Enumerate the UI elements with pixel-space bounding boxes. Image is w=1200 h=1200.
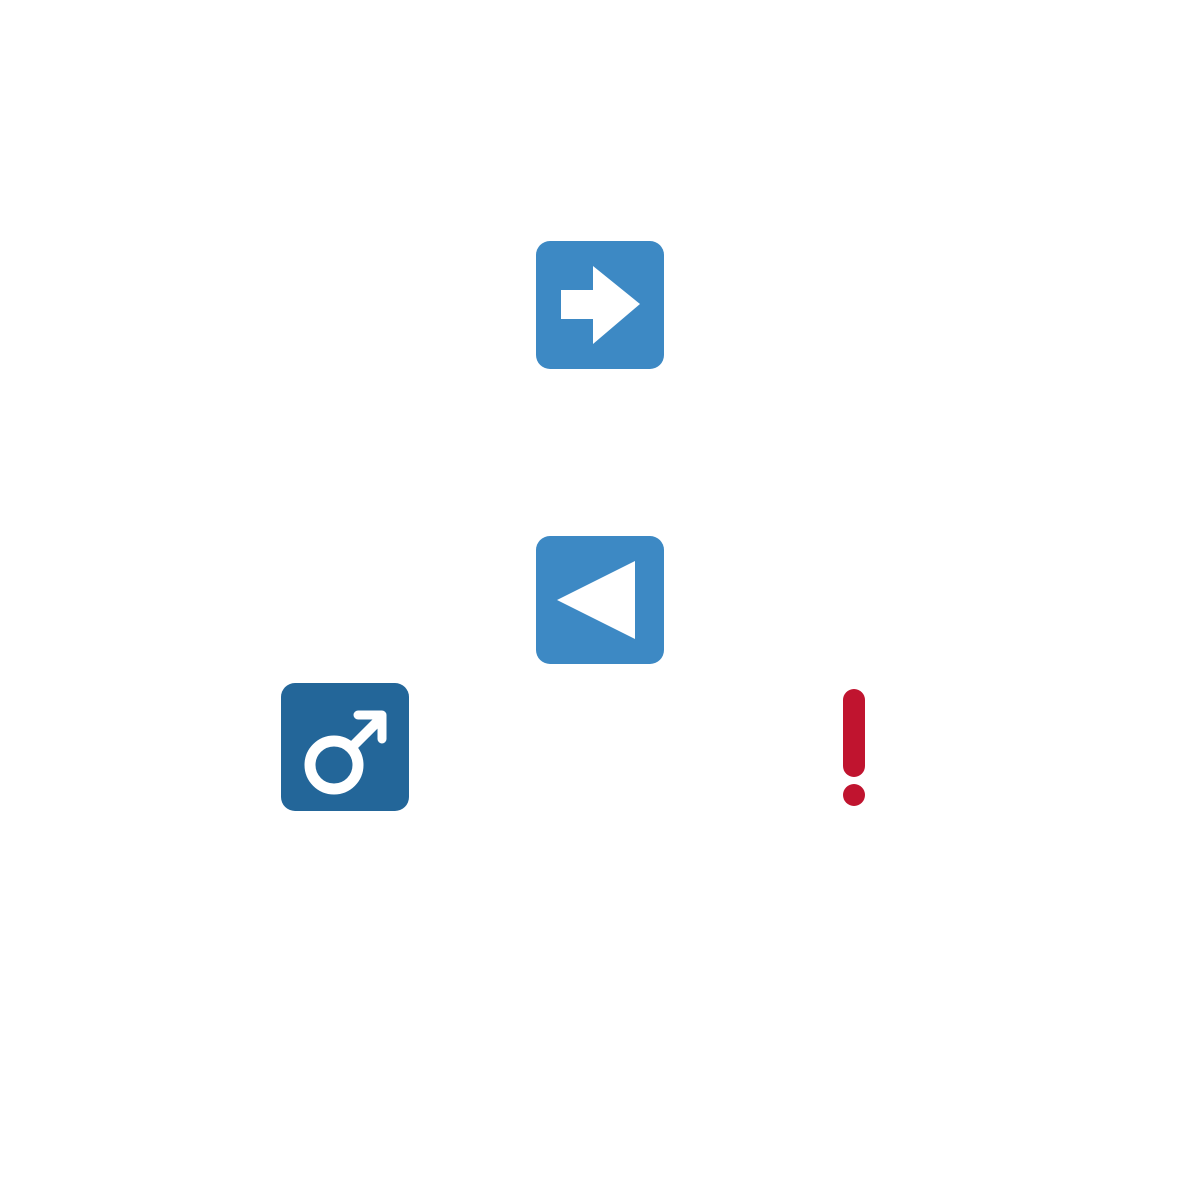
right-arrow-button[interactable]: [536, 241, 664, 369]
male-sign-icon: [304, 710, 387, 795]
male-sign-button[interactable]: [281, 683, 409, 811]
right-arrow-icon: [561, 266, 640, 344]
left-triangle-button[interactable]: [536, 536, 664, 664]
left-triangle-icon: [557, 561, 635, 639]
exclamation-mark-icon: [843, 689, 865, 806]
